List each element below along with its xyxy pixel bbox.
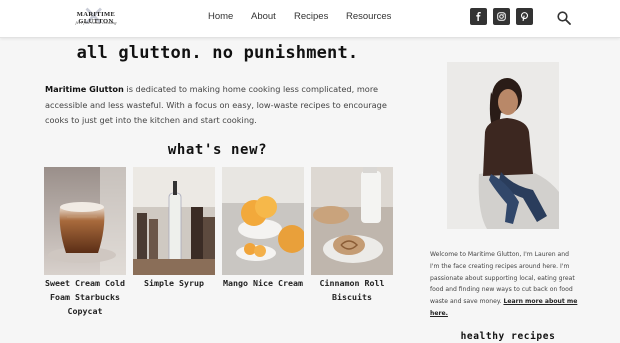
author-photo [447, 62, 559, 229]
instagram-icon[interactable] [493, 8, 510, 25]
pinterest-icon[interactable] [516, 8, 533, 25]
site-header: ✕ MARITIME GLUTTON feel-free home cookin… [0, 0, 620, 38]
post-title[interactable]: Cinnamon Roll Biscuits [307, 276, 397, 304]
post-image-cinnamon-roll-biscuits[interactable] [311, 167, 393, 275]
whats-new-heading: what's new? [167, 142, 268, 158]
post-image-simple-syrup[interactable] [133, 167, 215, 275]
site-logo[interactable]: ✕ MARITIME GLUTTON feel-free home cookin… [68, 3, 124, 31]
post-title[interactable]: Simple Syrup [129, 276, 219, 290]
intro-paragraph: Maritime Glutton is dedicated to making … [45, 82, 395, 129]
search-icon[interactable] [557, 10, 571, 25]
post-image-cold-foam[interactable] [44, 167, 126, 275]
page-headline: all glutton. no punishment. [76, 43, 359, 63]
post-title[interactable]: Sweet Cream Cold Foam Starbucks Copycat [40, 276, 130, 318]
healthy-recipes-heading: healthy recipes [460, 331, 556, 342]
post-image-mango-nice-cream[interactable] [222, 167, 304, 275]
nav-about[interactable]: About [251, 11, 276, 22]
post-title[interactable]: Mango Nice Cream [218, 276, 308, 290]
logo-tagline: feel-free home cooking [75, 20, 117, 25]
author-bio: Welcome to Maritime Glutton, I'm Lauren … [430, 249, 580, 320]
nav-home[interactable]: Home [208, 11, 233, 22]
nav-recipes[interactable]: Recipes [294, 11, 328, 22]
nav-resources[interactable]: Resources [346, 11, 391, 22]
intro-brand: Maritime Glutton [45, 84, 124, 94]
facebook-icon[interactable] [470, 8, 487, 25]
